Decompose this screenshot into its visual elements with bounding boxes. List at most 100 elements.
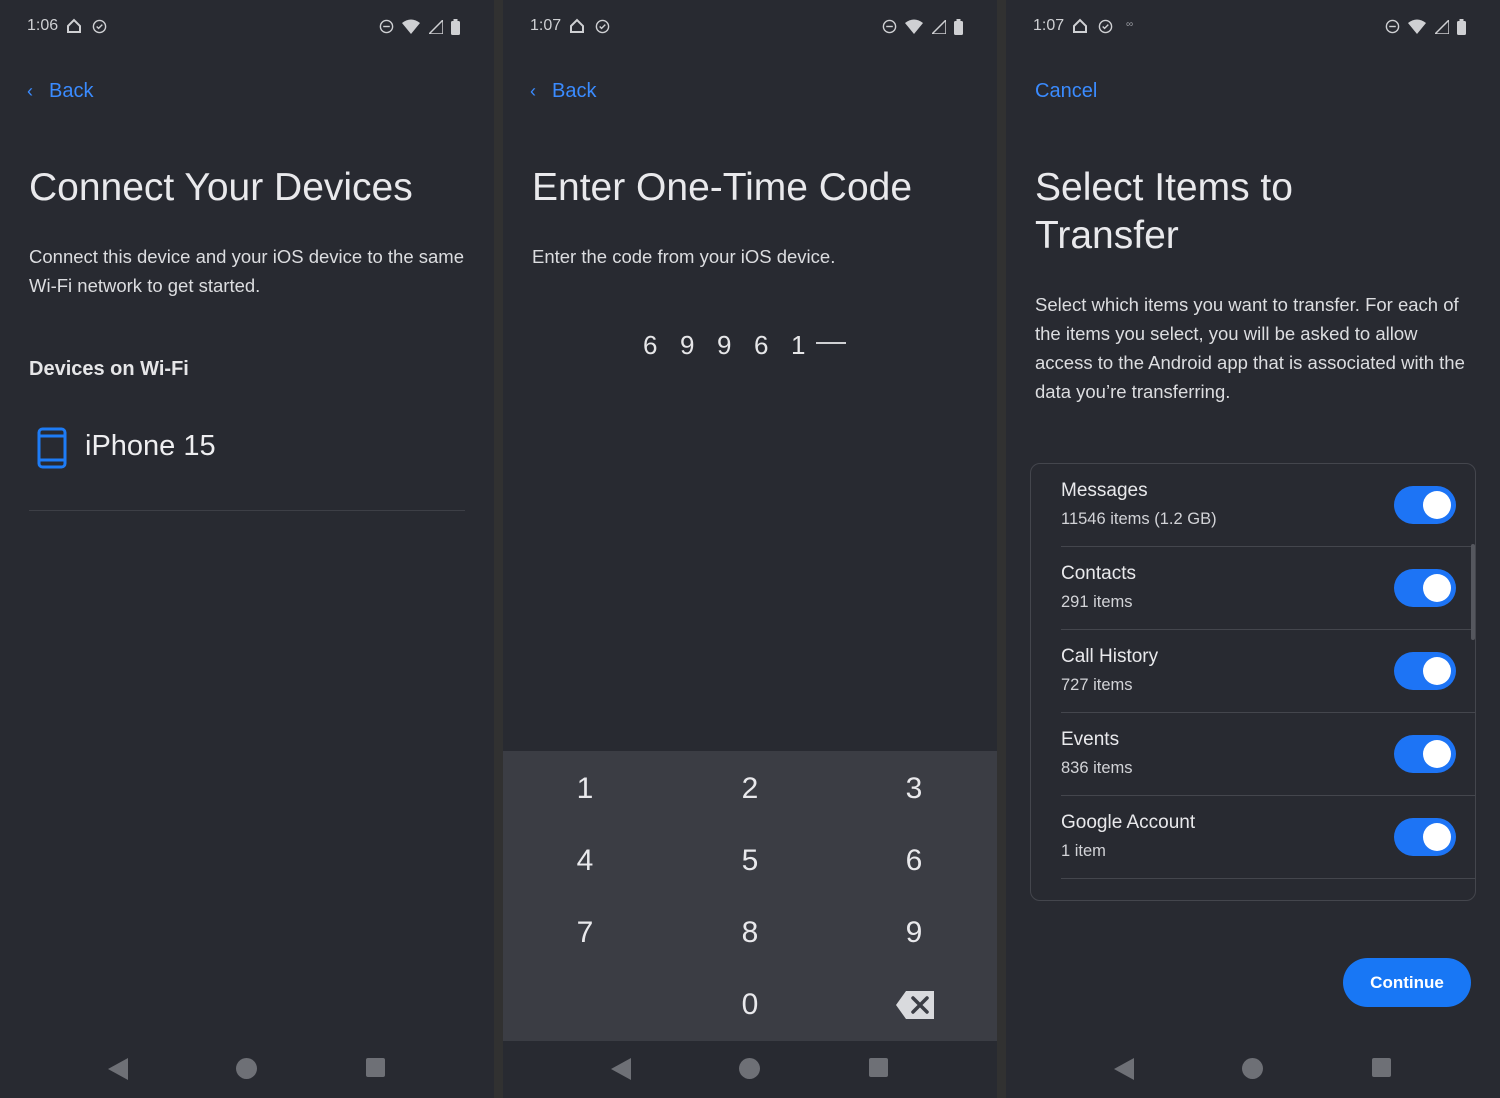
list-item: Call History 727 items xyxy=(1061,630,1475,713)
key-6[interactable]: 6 xyxy=(854,831,974,891)
list-scrollbar[interactable] xyxy=(1471,544,1475,640)
key-2[interactable]: 2 xyxy=(690,759,810,819)
nav-recents-icon[interactable] xyxy=(869,1058,888,1077)
home-icon xyxy=(570,18,584,33)
key-4[interactable]: 4 xyxy=(525,831,645,891)
key-0[interactable]: 0 xyxy=(690,975,810,1035)
toggle-knob xyxy=(1423,740,1451,768)
status-time: 1:07 xyxy=(530,17,562,34)
nav-home-icon[interactable] xyxy=(1242,1058,1263,1079)
check-circle-icon xyxy=(595,19,610,34)
wifi-icon xyxy=(1408,19,1427,35)
back-button[interactable]: ‹ Back xyxy=(530,80,596,103)
nav-home-icon[interactable] xyxy=(739,1058,760,1079)
transfer-items-list[interactable]: Messages 11546 items (1.2 GB) Contacts 2… xyxy=(1030,463,1476,901)
status-bar: 1:07 xyxy=(503,0,997,54)
continue-button[interactable]: Continue xyxy=(1343,958,1471,1007)
item-count: 1 item xyxy=(1061,842,1106,860)
item-name: Messages xyxy=(1061,480,1148,501)
toggle-knob xyxy=(1423,657,1451,685)
status-time: 1:07 xyxy=(1033,17,1065,34)
nav-back-icon[interactable] xyxy=(108,1058,128,1080)
page-description: Enter the code from your iOS device. xyxy=(532,246,836,267)
code-digit: 9 xyxy=(717,330,732,360)
code-digit: 1 xyxy=(791,330,806,360)
numeric-keypad: 1 2 3 4 5 6 7 8 9 0 xyxy=(503,751,997,1041)
dnd-icon xyxy=(379,19,393,34)
nav-recents-icon[interactable] xyxy=(1372,1058,1391,1077)
messages-toggle[interactable] xyxy=(1394,486,1456,524)
item-count: 727 items xyxy=(1061,676,1133,694)
item-count: 11546 items (1.2 GB) xyxy=(1061,510,1217,528)
list-item: Events 836 items xyxy=(1061,713,1475,796)
google-account-toggle[interactable] xyxy=(1394,818,1456,856)
signal-icon xyxy=(428,19,443,34)
key-5[interactable]: 5 xyxy=(690,831,810,891)
page-title: Enter One-Time Code xyxy=(532,166,913,209)
toggle-knob xyxy=(1423,574,1451,602)
events-toggle[interactable] xyxy=(1394,735,1456,773)
check-circle-icon xyxy=(92,19,107,34)
status-time: 1:06 xyxy=(27,17,59,34)
nav-home-icon[interactable] xyxy=(236,1058,257,1079)
screen-select-items: 1:07 ∞ Cancel Select Items to Transfer S… xyxy=(1006,0,1500,1098)
cancel-button[interactable]: Cancel xyxy=(1035,80,1097,103)
key-1[interactable]: 1 xyxy=(525,759,645,819)
call-history-toggle[interactable] xyxy=(1394,652,1456,690)
phone-icon xyxy=(37,427,67,469)
chevron-left-icon: ‹ xyxy=(27,81,33,101)
status-bar: 1:07 ∞ xyxy=(1006,0,1500,54)
item-count: 291 items xyxy=(1061,593,1133,611)
battery-icon xyxy=(1457,18,1466,35)
nav-back-icon[interactable] xyxy=(611,1058,631,1080)
page-title: Select Items to Transfer xyxy=(1035,166,1293,257)
screen-connect-devices: 1:06 ‹ Back Connect Your Devices Connect … xyxy=(0,0,494,1098)
item-name: Contacts xyxy=(1061,563,1136,584)
toggle-knob xyxy=(1423,491,1451,519)
wifi-icon xyxy=(905,19,924,35)
dnd-icon xyxy=(882,19,896,34)
item-name: Google Account xyxy=(1061,812,1196,833)
item-name: Events xyxy=(1061,729,1120,750)
key-8[interactable]: 8 xyxy=(690,903,810,963)
screen-one-time-code: 1:07 ‹ Back Enter One-Time Code Enter the… xyxy=(503,0,997,1098)
page-title: Connect Your Devices xyxy=(29,166,413,209)
list-item: Messages 11546 items (1.2 GB) xyxy=(1061,464,1475,547)
back-label: Back xyxy=(49,80,94,102)
item-count: 836 items xyxy=(1061,759,1133,777)
signal-icon xyxy=(931,19,946,34)
nav-back-icon[interactable] xyxy=(1114,1058,1134,1080)
code-entry-field[interactable]: 69961 xyxy=(643,330,846,361)
status-bar: 1:06 xyxy=(0,0,494,54)
home-icon xyxy=(1073,18,1087,33)
backspace-icon xyxy=(896,991,934,1019)
battery-icon xyxy=(954,18,963,35)
home-icon xyxy=(67,18,81,33)
chevron-left-icon: ‹ xyxy=(530,81,536,101)
back-button[interactable]: ‹ Back xyxy=(27,80,93,103)
key-9[interactable]: 9 xyxy=(854,903,974,963)
page-description: Connect this device and your iOS device … xyxy=(29,246,464,296)
key-3[interactable]: 3 xyxy=(854,759,974,819)
backspace-key[interactable] xyxy=(854,975,974,1035)
item-name: Call History xyxy=(1061,646,1159,667)
wifi-icon xyxy=(402,19,421,35)
code-digit: 6 xyxy=(754,330,769,360)
list-item: Contacts 291 items xyxy=(1061,547,1475,630)
list-item: Google Account 1 item xyxy=(1061,796,1475,879)
toggle-knob xyxy=(1423,823,1451,851)
check-circle-icon xyxy=(1098,19,1113,34)
key-7[interactable]: 7 xyxy=(525,903,645,963)
status-extra-icon: ∞ xyxy=(1126,19,1134,30)
code-digit: 9 xyxy=(680,330,695,360)
signal-icon xyxy=(1434,19,1449,34)
navigation-bar xyxy=(1006,1040,1500,1098)
contacts-toggle[interactable] xyxy=(1394,569,1456,607)
nav-recents-icon[interactable] xyxy=(366,1058,385,1077)
code-digit: 6 xyxy=(643,330,658,360)
dnd-icon xyxy=(1385,19,1399,34)
navigation-bar xyxy=(503,1040,997,1098)
page-description: Select which items you want to transfer.… xyxy=(1035,294,1465,402)
code-cursor-placeholder xyxy=(816,342,846,345)
device-list-item[interactable]: iPhone 15 xyxy=(29,420,465,511)
